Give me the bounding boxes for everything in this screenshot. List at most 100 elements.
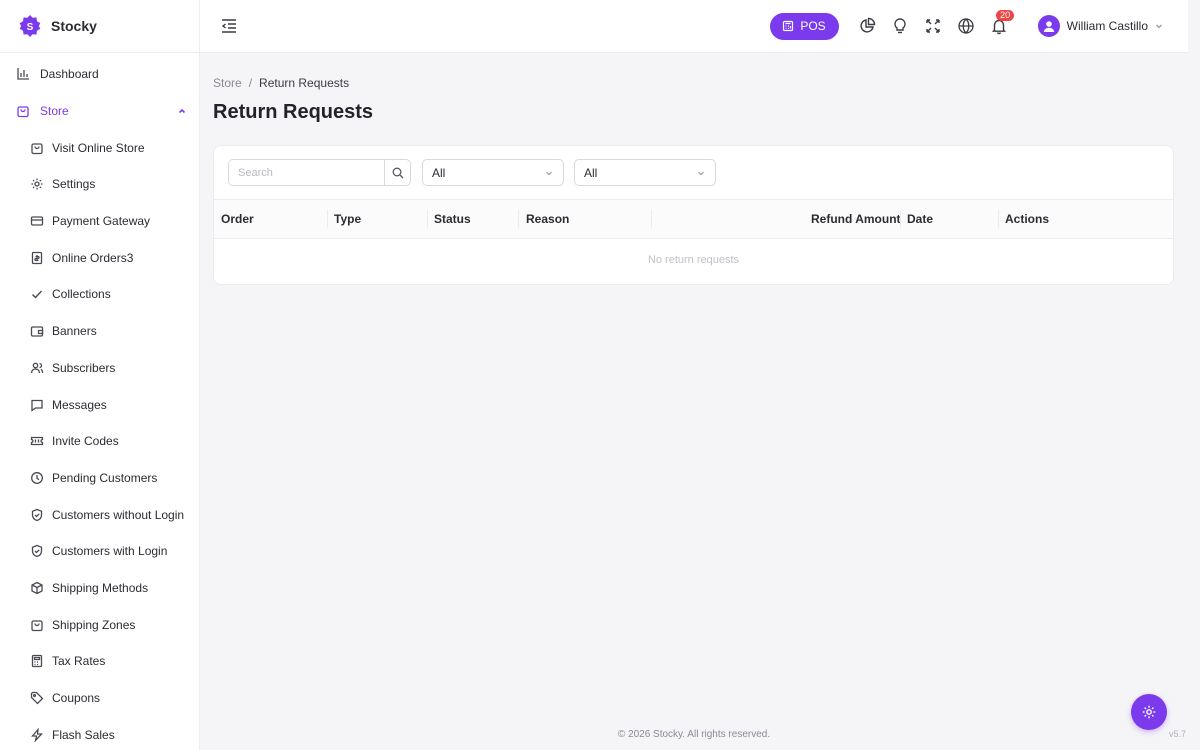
column-header-date[interactable]: Date xyxy=(907,200,933,238)
sidebar-item-flash-sales[interactable]: Flash Sales xyxy=(0,716,199,750)
box-icon xyxy=(31,581,43,595)
sidebar-item-tax-rates[interactable]: Tax Rates xyxy=(0,643,199,680)
shopping-bag-icon xyxy=(31,143,43,154)
pie-chart-icon[interactable] xyxy=(858,17,876,35)
sidebar-item-messages[interactable]: Messages xyxy=(0,386,199,423)
sidebar-item-label: Shipping Methods xyxy=(52,580,149,595)
sidebar-item-banners[interactable]: Banners xyxy=(0,313,199,350)
shield-icon xyxy=(31,508,43,521)
column-divider xyxy=(518,210,519,228)
return-requests-card: All All Order Type Status Reason Refund … xyxy=(213,145,1174,285)
column-divider xyxy=(427,210,428,228)
sidebar-item-label: Collections xyxy=(52,287,111,302)
sidebar-item-customers-with-login[interactable]: Customers with Login xyxy=(0,533,199,570)
sidebar-item-coupons[interactable]: Coupons xyxy=(0,680,199,717)
search-box xyxy=(228,159,411,186)
calculator-icon xyxy=(31,655,43,668)
sidebar-item-subscribers[interactable]: Subscribers xyxy=(0,350,199,387)
column-divider xyxy=(327,210,328,228)
receipt-icon xyxy=(31,251,43,264)
avatar xyxy=(1037,15,1060,37)
sidebar-item-store[interactable]: Store xyxy=(0,93,199,130)
brand-name: Stocky xyxy=(51,18,97,34)
chevron-down-icon xyxy=(698,171,704,175)
sidebar-item-label: Coupons xyxy=(52,691,101,706)
topbar: POS 20 William Castillo xyxy=(200,0,1188,53)
breadcrumb-parent[interactable]: Store xyxy=(213,76,242,90)
topbar-actions: POS 20 William Castillo xyxy=(770,0,1188,53)
sidebar-item-label: Settings xyxy=(52,177,96,192)
calculator-icon xyxy=(783,20,794,32)
pos-label: POS xyxy=(800,19,826,33)
globe-icon[interactable] xyxy=(957,17,975,35)
column-divider xyxy=(998,210,999,228)
column-header-type[interactable]: Type xyxy=(334,200,361,238)
user-name: William Castillo xyxy=(1066,19,1148,33)
sidebar-item-payment-gateway[interactable]: Payment Gateway xyxy=(0,203,199,240)
sidebar-item-label: Dashboard xyxy=(40,67,99,82)
sidebar-item-label: Flash Sales xyxy=(52,727,115,742)
footer-copyright: © 2026 Stocky. All rights reserved. xyxy=(617,729,771,740)
column-divider xyxy=(651,210,652,228)
sidebar-item-online-orders[interactable]: Online Orders3 xyxy=(0,239,199,276)
lightbulb-icon[interactable] xyxy=(891,17,909,35)
sidebar-item-collections[interactable]: Collections xyxy=(0,276,199,313)
sidebar-nav: Dashboard Store Visit Online Store Setti… xyxy=(0,53,199,750)
sidebar-item-label: Pending Customers xyxy=(52,470,158,485)
pos-button[interactable]: POS xyxy=(770,12,839,40)
breadcrumb-current: Return Requests xyxy=(259,76,350,90)
user-menu[interactable]: William Castillo xyxy=(1037,15,1164,37)
column-header-refund-amount[interactable]: Refund Amount xyxy=(811,200,901,238)
sidebar-item-dashboard[interactable]: Dashboard xyxy=(0,56,199,93)
sidebar-item-label: Payment Gateway xyxy=(52,214,151,229)
sidebar-item-label: Visit Online Store xyxy=(52,140,145,155)
type-filter-select[interactable]: All xyxy=(422,159,564,186)
sidebar-item-shipping-zones[interactable]: Shipping Zones xyxy=(0,606,199,643)
column-divider xyxy=(900,210,901,228)
menu-collapse-icon[interactable] xyxy=(220,17,238,35)
sidebar-item-label: Customers without Login xyxy=(52,507,185,522)
logo-letter: S xyxy=(27,22,34,33)
sidebar-item-label: Messages xyxy=(52,397,107,412)
search-icon xyxy=(392,167,403,178)
shield-check-icon xyxy=(31,545,43,558)
chevron-up-icon xyxy=(178,108,186,114)
shopping-bag-icon xyxy=(31,620,43,631)
column-header-actions: Actions xyxy=(1005,212,1050,226)
shopping-bag-icon xyxy=(17,106,29,118)
gear-icon xyxy=(1142,705,1156,719)
bar-chart-icon xyxy=(17,68,29,80)
settings-fab-button[interactable] xyxy=(1131,694,1167,730)
brand[interactable]: S Stocky xyxy=(0,0,199,53)
sidebar-item-customers-without-login[interactable]: Customers without Login xyxy=(0,496,199,533)
ticket-icon xyxy=(30,437,44,446)
search-button[interactable] xyxy=(384,160,410,185)
sidebar-item-visit-online-store[interactable]: Visit Online Store xyxy=(0,129,199,166)
sidebar-item-label: Banners xyxy=(52,324,97,339)
sidebar-item-label: Shipping Zones xyxy=(52,617,136,632)
lightning-icon xyxy=(31,727,43,742)
tag-icon xyxy=(30,691,44,705)
message-icon xyxy=(31,399,43,412)
sidebar-item-pending-customers[interactable]: Pending Customers xyxy=(0,460,199,497)
sidebar-item-shipping-methods[interactable]: Shipping Methods xyxy=(0,570,199,607)
search-input[interactable] xyxy=(229,160,384,185)
page-scrollbar[interactable] xyxy=(1188,0,1200,750)
user-avatar-icon xyxy=(1043,21,1054,32)
sidebar-item-label: Subscribers xyxy=(52,360,116,375)
column-header-status[interactable]: Status xyxy=(434,200,471,238)
page-title: Return Requests xyxy=(213,101,374,123)
type-filter-value: All xyxy=(432,165,446,180)
sidebar-item-invite-codes[interactable]: Invite Codes xyxy=(0,423,199,460)
column-header-reason[interactable]: Reason xyxy=(526,200,569,238)
column-header-order[interactable]: Order xyxy=(221,200,254,238)
chevron-down-icon xyxy=(546,171,552,175)
wallet-icon xyxy=(30,326,44,337)
fullscreen-icon[interactable] xyxy=(924,17,942,35)
gear-icon xyxy=(31,178,43,190)
status-filter-select[interactable]: All xyxy=(574,159,716,186)
notifications-button[interactable]: 20 xyxy=(990,10,1015,35)
sidebar-item-settings[interactable]: Settings xyxy=(0,166,199,203)
table-header: Order Type Status Reason Refund Amount D… xyxy=(214,199,1173,239)
empty-state-message: No return requests xyxy=(647,254,740,266)
